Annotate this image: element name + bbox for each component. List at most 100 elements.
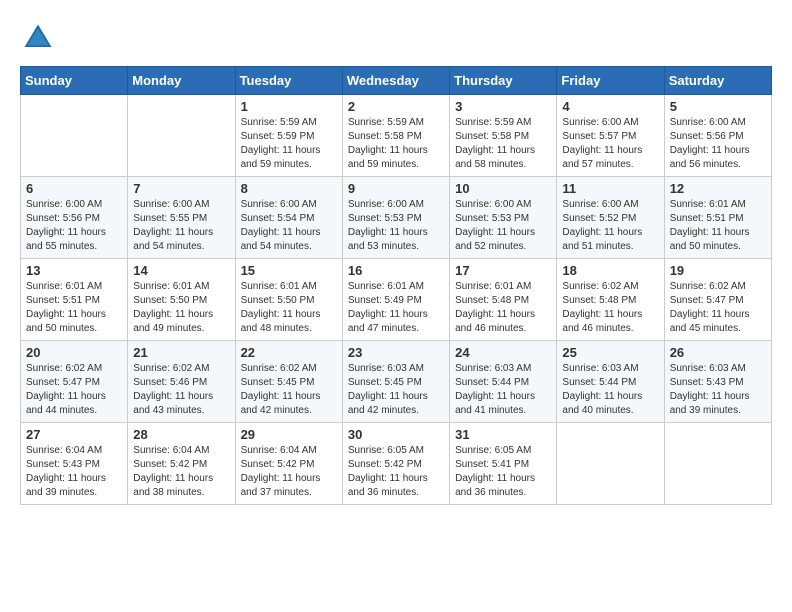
day-info: Sunrise: 5:59 AM Sunset: 5:58 PM Dayligh… xyxy=(455,116,551,172)
calendar-cell: 11Sunrise: 6:00 AM Sunset: 5:52 PM Dayli… xyxy=(557,177,664,259)
calendar-cell: 5 Sunrise: 6:00 AM Sunset: 5:56 PM Daylig… xyxy=(664,95,771,177)
calendar-cell xyxy=(664,423,771,505)
week-row-5: 27 Sunrise: 6:04 AM Sunset: 5:43 PM Dayli… xyxy=(21,423,772,505)
day-number: 5 xyxy=(670,99,766,114)
calendar-cell: 25 Sunrise: 6:03 AM Sunset: 5:44 PM Dayli… xyxy=(557,341,664,423)
day-info: Sunrise: 6:01 AM Sunset: 5:50 PM Dayligh… xyxy=(241,280,337,336)
day-info: Sunrise: 6:05 AM Sunset: 5:42 PM Dayligh… xyxy=(348,444,444,500)
calendar-cell: 17 Sunrise: 6:01 AM Sunset: 5:48 PM Dayli… xyxy=(450,259,557,341)
day-info: Sunrise: 6:05 AM Sunset: 5:41 PM Dayligh… xyxy=(455,444,551,500)
calendar-cell xyxy=(557,423,664,505)
day-number: 19 xyxy=(670,263,766,278)
day-number: 17 xyxy=(455,263,551,278)
calendar-cell xyxy=(128,95,235,177)
weekday-header-row: SundayMondayTuesdayWednesdayThursdayFrid… xyxy=(21,67,772,95)
day-number: 2 xyxy=(348,99,444,114)
day-number: 23 xyxy=(348,345,444,360)
day-number: 7 xyxy=(133,181,229,196)
weekday-header-thursday: Thursday xyxy=(450,67,557,95)
calendar-cell: 6 Sunrise: 6:00 AM Sunset: 5:56 PM Daylig… xyxy=(21,177,128,259)
day-info: Sunrise: 6:01 AM Sunset: 5:51 PM Dayligh… xyxy=(26,280,122,336)
day-number: 26 xyxy=(670,345,766,360)
day-number: 29 xyxy=(241,427,337,442)
day-info: Sunrise: 6:03 AM Sunset: 5:43 PM Dayligh… xyxy=(670,362,766,418)
week-row-1: 1 Sunrise: 5:59 AM Sunset: 5:59 PM Daylig… xyxy=(21,95,772,177)
calendar-cell: 26 Sunrise: 6:03 AM Sunset: 5:43 PM Dayli… xyxy=(664,341,771,423)
day-info: Sunrise: 6:02 AM Sunset: 5:48 PM Dayligh… xyxy=(562,280,658,336)
header xyxy=(20,20,772,56)
day-info: Sunrise: 6:04 AM Sunset: 5:42 PM Dayligh… xyxy=(133,444,229,500)
calendar-cell: 27 Sunrise: 6:04 AM Sunset: 5:43 PM Dayli… xyxy=(21,423,128,505)
day-info: Sunrise: 5:59 AM Sunset: 5:59 PM Dayligh… xyxy=(241,116,337,172)
day-info: Sunrise: 6:00 AM Sunset: 5:52 PM Dayligh… xyxy=(562,198,658,254)
day-info: Sunrise: 6:03 AM Sunset: 5:44 PM Dayligh… xyxy=(455,362,551,418)
day-info: Sunrise: 6:03 AM Sunset: 5:44 PM Dayligh… xyxy=(562,362,658,418)
day-number: 8 xyxy=(241,181,337,196)
logo xyxy=(20,20,60,56)
day-number: 15 xyxy=(241,263,337,278)
weekday-header-friday: Friday xyxy=(557,67,664,95)
week-row-4: 20 Sunrise: 6:02 AM Sunset: 5:47 PM Dayli… xyxy=(21,341,772,423)
day-info: Sunrise: 6:02 AM Sunset: 5:47 PM Dayligh… xyxy=(670,280,766,336)
day-number: 13 xyxy=(26,263,122,278)
calendar-cell: 29 Sunrise: 6:04 AM Sunset: 5:42 PM Dayli… xyxy=(235,423,342,505)
week-row-3: 13 Sunrise: 6:01 AM Sunset: 5:51 PM Dayli… xyxy=(21,259,772,341)
day-number: 16 xyxy=(348,263,444,278)
day-number: 10 xyxy=(455,181,551,196)
day-info: Sunrise: 6:01 AM Sunset: 5:49 PM Dayligh… xyxy=(348,280,444,336)
day-number: 14 xyxy=(133,263,229,278)
calendar-cell: 2 Sunrise: 5:59 AM Sunset: 5:58 PM Daylig… xyxy=(342,95,449,177)
day-number: 12 xyxy=(670,181,766,196)
day-info: Sunrise: 6:02 AM Sunset: 5:47 PM Dayligh… xyxy=(26,362,122,418)
day-number: 3 xyxy=(455,99,551,114)
day-info: Sunrise: 6:04 AM Sunset: 5:43 PM Dayligh… xyxy=(26,444,122,500)
calendar-cell: 23 Sunrise: 6:03 AM Sunset: 5:45 PM Dayli… xyxy=(342,341,449,423)
day-info: Sunrise: 6:01 AM Sunset: 5:50 PM Dayligh… xyxy=(133,280,229,336)
calendar-cell: 1 Sunrise: 5:59 AM Sunset: 5:59 PM Daylig… xyxy=(235,95,342,177)
day-info: Sunrise: 6:00 AM Sunset: 5:53 PM Dayligh… xyxy=(455,198,551,254)
calendar-cell: 30Sunrise: 6:05 AM Sunset: 5:42 PM Dayli… xyxy=(342,423,449,505)
calendar-cell: 14 Sunrise: 6:01 AM Sunset: 5:50 PM Dayli… xyxy=(128,259,235,341)
day-number: 6 xyxy=(26,181,122,196)
calendar-cell: 9Sunrise: 6:00 AM Sunset: 5:53 PM Daylig… xyxy=(342,177,449,259)
day-number: 25 xyxy=(562,345,658,360)
day-number: 31 xyxy=(455,427,551,442)
day-number: 21 xyxy=(133,345,229,360)
day-number: 1 xyxy=(241,99,337,114)
day-number: 28 xyxy=(133,427,229,442)
day-info: Sunrise: 6:01 AM Sunset: 5:51 PM Dayligh… xyxy=(670,198,766,254)
calendar-cell: 7Sunrise: 6:00 AM Sunset: 5:55 PM Daylig… xyxy=(128,177,235,259)
day-info: Sunrise: 6:00 AM Sunset: 5:57 PM Dayligh… xyxy=(562,116,658,172)
day-number: 22 xyxy=(241,345,337,360)
calendar-cell xyxy=(21,95,128,177)
day-number: 27 xyxy=(26,427,122,442)
day-info: Sunrise: 5:59 AM Sunset: 5:58 PM Dayligh… xyxy=(348,116,444,172)
calendar-cell: 21 Sunrise: 6:02 AM Sunset: 5:46 PM Dayli… xyxy=(128,341,235,423)
day-info: Sunrise: 6:03 AM Sunset: 5:45 PM Dayligh… xyxy=(348,362,444,418)
calendar-cell: 24 Sunrise: 6:03 AM Sunset: 5:44 PM Dayli… xyxy=(450,341,557,423)
calendar-cell: 28 Sunrise: 6:04 AM Sunset: 5:42 PM Dayli… xyxy=(128,423,235,505)
calendar-cell: 22 Sunrise: 6:02 AM Sunset: 5:45 PM Dayli… xyxy=(235,341,342,423)
weekday-header-wednesday: Wednesday xyxy=(342,67,449,95)
weekday-header-sunday: Sunday xyxy=(21,67,128,95)
day-number: 18 xyxy=(562,263,658,278)
calendar-cell: 31 Sunrise: 6:05 AM Sunset: 5:41 PM Dayli… xyxy=(450,423,557,505)
day-number: 24 xyxy=(455,345,551,360)
calendar-cell: 12 Sunrise: 6:01 AM Sunset: 5:51 PM Dayli… xyxy=(664,177,771,259)
day-number: 20 xyxy=(26,345,122,360)
day-info: Sunrise: 6:00 AM Sunset: 5:56 PM Dayligh… xyxy=(670,116,766,172)
calendar-cell: 3 Sunrise: 5:59 AM Sunset: 5:58 PM Daylig… xyxy=(450,95,557,177)
weekday-header-tuesday: Tuesday xyxy=(235,67,342,95)
calendar-cell: 16 Sunrise: 6:01 AM Sunset: 5:49 PM Dayli… xyxy=(342,259,449,341)
day-number: 4 xyxy=(562,99,658,114)
calendar-cell: 15 Sunrise: 6:01 AM Sunset: 5:50 PM Dayli… xyxy=(235,259,342,341)
day-number: 9 xyxy=(348,181,444,196)
calendar-cell: 19 Sunrise: 6:02 AM Sunset: 5:47 PM Dayli… xyxy=(664,259,771,341)
day-info: Sunrise: 6:02 AM Sunset: 5:46 PM Dayligh… xyxy=(133,362,229,418)
day-info: Sunrise: 6:04 AM Sunset: 5:42 PM Dayligh… xyxy=(241,444,337,500)
day-info: Sunrise: 6:02 AM Sunset: 5:45 PM Dayligh… xyxy=(241,362,337,418)
day-info: Sunrise: 6:01 AM Sunset: 5:48 PM Dayligh… xyxy=(455,280,551,336)
calendar-cell: 4 Sunrise: 6:00 AM Sunset: 5:57 PM Daylig… xyxy=(557,95,664,177)
day-info: Sunrise: 6:00 AM Sunset: 5:56 PM Dayligh… xyxy=(26,198,122,254)
weekday-header-saturday: Saturday xyxy=(664,67,771,95)
